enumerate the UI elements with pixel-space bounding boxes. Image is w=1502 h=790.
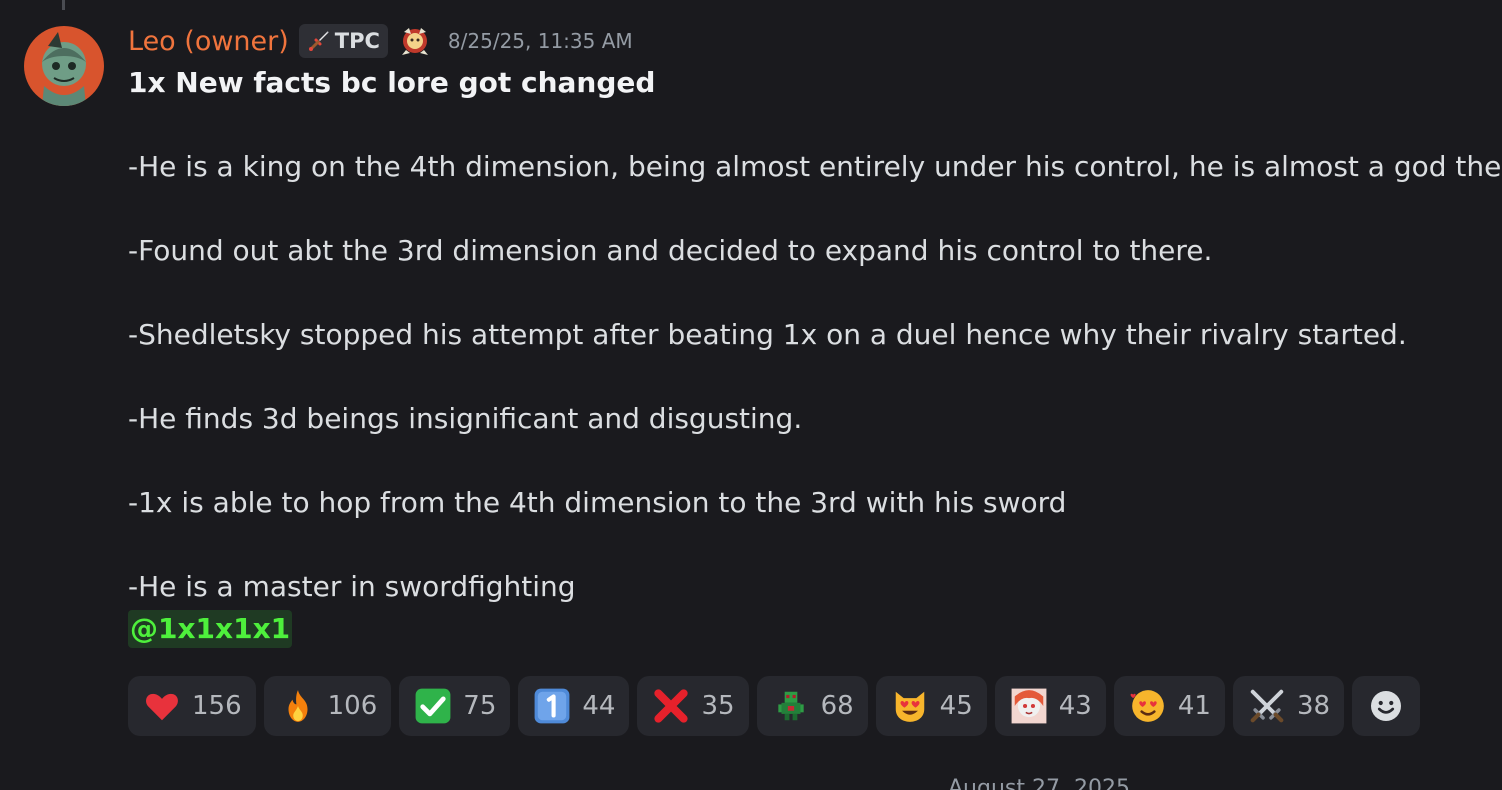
heart-icon — [142, 686, 182, 726]
reaction-count: 75 — [463, 691, 497, 721]
role-tag-label: TPC — [334, 29, 380, 53]
author-name[interactable]: Leo (owner) — [128, 26, 289, 57]
user-mention[interactable]: @1x1x1x1 — [128, 610, 293, 648]
reaction-crossed-swords[interactable]: 38 — [1232, 676, 1345, 736]
reaction-count: 44 — [582, 691, 616, 721]
character-avatar-icon — [1009, 686, 1049, 726]
reaction-count: 156 — [192, 691, 242, 721]
message-title: 1x New facts bc lore got changed — [128, 66, 656, 99]
message-content: 1x New facts bc lore got changed -He is … — [128, 62, 1502, 650]
keycap-one-icon — [532, 686, 572, 726]
reaction-keycap-one[interactable]: 44 — [518, 676, 630, 736]
thread-line — [62, 0, 65, 10]
message-line — [128, 356, 1488, 398]
reaction-count: 43 — [1058, 691, 1092, 721]
reaction-heart-eyes-cat[interactable]: 45 — [875, 676, 987, 736]
green-creature-icon — [771, 686, 811, 726]
reaction-bar: 156 106 75 44 35 68 45 43 41 38 — [128, 676, 1421, 736]
reaction-cross[interactable]: 35 — [637, 676, 749, 736]
reaction-fire[interactable]: 106 — [263, 676, 392, 736]
discord-message-view: Leo (owner) TPC 8/25/25, 11:35 AM 1x New… — [0, 0, 1502, 790]
reaction-check[interactable]: 75 — [399, 676, 511, 736]
reaction-count: 35 — [701, 691, 735, 721]
badge-icon — [398, 24, 432, 58]
reaction-count: 68 — [820, 691, 854, 721]
reaction-count: 45 — [939, 691, 973, 721]
crossed-swords-icon — [1247, 686, 1287, 726]
message-line — [128, 188, 1488, 230]
message-line — [128, 104, 1488, 146]
reaction-count: 106 — [327, 691, 378, 721]
message-timestamp: 8/25/25, 11:35 AM — [447, 29, 633, 53]
message-line: -1x is able to hop from the 4th dimensio… — [128, 486, 1067, 519]
role-tag[interactable]: TPC — [298, 24, 388, 58]
message-line: -He is a master in swordfighting — [128, 570, 576, 603]
message-line: -Found out abt the 3rd dimension and dec… — [128, 234, 1213, 267]
reaction-smiling-hearts[interactable]: 41 — [1113, 676, 1225, 736]
reaction-character[interactable]: 43 — [994, 676, 1106, 736]
message-line: -He finds 3d beings insignificant and di… — [128, 402, 803, 435]
reaction-count: 41 — [1177, 691, 1211, 721]
reaction-green-creature[interactable]: 68 — [756, 676, 868, 736]
message-line: -Shedletsky stopped his attempt after be… — [128, 318, 1407, 351]
reaction-heart[interactable]: 156 — [128, 676, 256, 736]
message-line — [128, 524, 1488, 566]
cross-mark-icon — [651, 686, 691, 726]
message-line — [128, 440, 1488, 482]
smiling-face-hearts-icon — [1128, 686, 1168, 726]
heart-eyes-cat-icon — [890, 686, 930, 726]
add-reaction-smiley-icon — [1366, 686, 1406, 726]
message-line: -He is a king on the 4th dimension, bein… — [128, 150, 1502, 183]
reaction-count: 38 — [1296, 691, 1331, 721]
date-divider: August 27, 2025 — [948, 776, 1130, 790]
message-line — [128, 272, 1488, 314]
check-mark-icon — [413, 686, 453, 726]
sword-icon — [308, 31, 329, 51]
fire-icon — [278, 686, 318, 726]
avatar[interactable] — [24, 26, 104, 106]
message-header: Leo (owner) TPC 8/25/25, 11:35 AM — [128, 22, 633, 60]
add-reaction-button[interactable] — [1352, 676, 1421, 736]
